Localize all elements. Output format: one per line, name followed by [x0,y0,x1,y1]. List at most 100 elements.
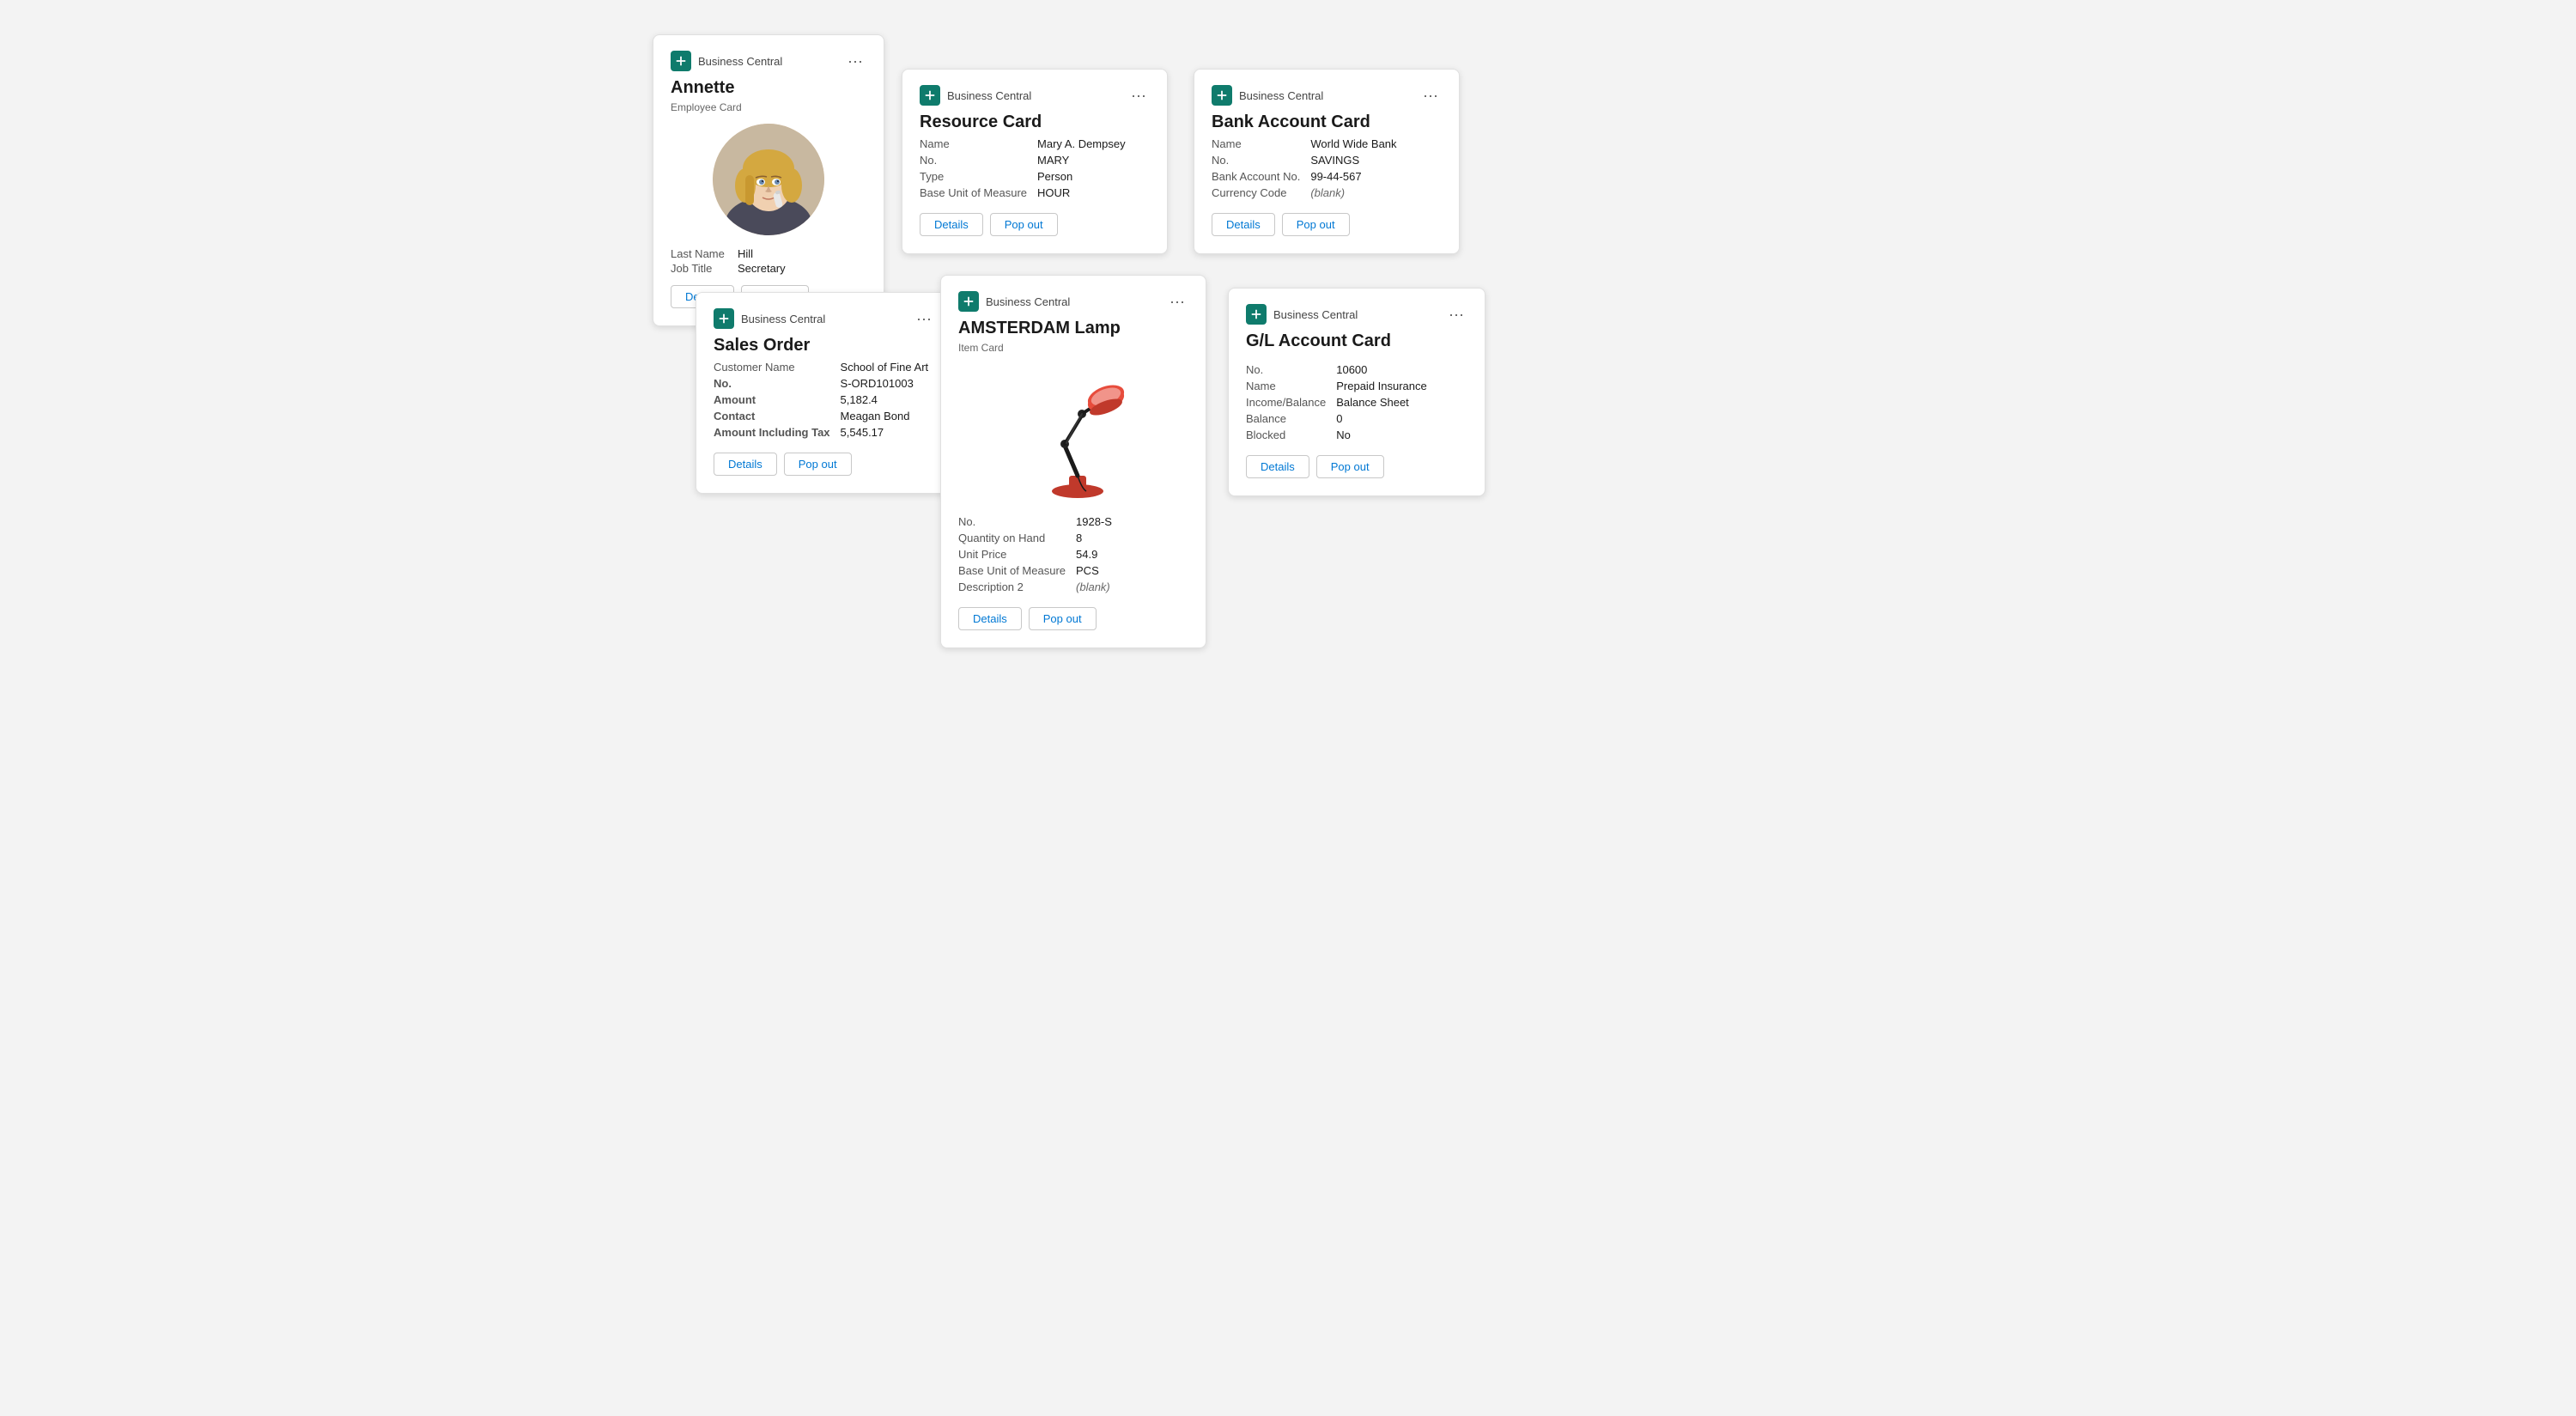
gl-blocked-value: No [1336,427,1467,443]
sales-amount-value: 5,182.4 [841,392,935,408]
sales-no-row: No. S-ORD101003 [714,375,935,392]
bank-details-button[interactable]: Details [1212,213,1275,236]
gl-name-value: Prepaid Insurance [1336,378,1467,394]
resource-buom-row: Base Unit of Measure HOUR [920,185,1150,201]
gl-name-row: Name Prepaid Insurance [1246,378,1467,394]
gl-income-label: Income/Balance [1246,394,1336,410]
resource-details-button[interactable]: Details [920,213,983,236]
sales-amount-label: Amount [714,392,841,408]
card-header-left-bank: Business Central [1212,85,1323,106]
gl-popout-button[interactable]: Pop out [1316,455,1384,478]
more-options-button-employee[interactable]: ··· [844,53,866,69]
gl-account-card: Business Central ··· G/L Account Card No… [1228,288,1485,496]
bc-logo-icon-lamp [958,291,979,312]
app-name-employee: Business Central [698,55,782,68]
more-options-button-gl[interactable]: ··· [1445,307,1467,322]
app-name-resource: Business Central [947,89,1031,102]
plus-icon-lamp [963,295,975,307]
bc-logo-icon-resource [920,85,940,106]
more-options-button-sales[interactable]: ··· [913,311,935,326]
resource-name-value: Mary A. Dempsey [1037,136,1150,152]
lamp-desc2-value: (blank) [1076,579,1188,595]
gl-title: G/L Account Card [1246,331,1467,351]
resource-buom-label: Base Unit of Measure [920,185,1037,201]
card-header-employee: Business Central ··· [671,51,866,71]
resource-no-value: MARY [1037,152,1150,168]
bank-currency-row: Currency Code (blank) [1212,185,1442,201]
gl-balance-row: Balance 0 [1246,410,1467,427]
bank-account-no-label: Bank Account No. [1212,168,1310,185]
sales-fields-table: Customer Name School of Fine Art No. S-O… [714,359,935,441]
sales-tax-value: 5,545.17 [841,424,935,441]
app-name-sales: Business Central [741,313,825,325]
bc-logo-icon [671,51,691,71]
card-header-resource: Business Central ··· [920,85,1150,106]
employee-photo-svg [713,124,824,235]
gl-details-button[interactable]: Details [1246,455,1309,478]
sales-details-button[interactable]: Details [714,453,777,476]
resource-fields-table: Name Mary A. Dempsey No. MARY Type Perso… [920,136,1150,201]
employee-photo-container [671,124,866,235]
card-header-bank: Business Central ··· [1212,85,1442,106]
more-options-button-resource[interactable]: ··· [1127,88,1150,103]
resource-type-value: Person [1037,168,1150,185]
employee-fields: Last Name Hill Job Title Secretary [671,247,866,275]
bank-popout-button[interactable]: Pop out [1282,213,1350,236]
app-name-lamp: Business Central [986,295,1070,308]
employee-avatar [713,124,824,235]
resource-no-label: No. [920,152,1037,168]
lamp-no-value: 1928-S [1076,514,1188,530]
plus-icon-sales [718,313,730,325]
lamp-fields-table: No. 1928-S Quantity on Hand 8 Unit Price… [958,514,1188,595]
lamp-details-button[interactable]: Details [958,607,1022,630]
bank-no-label: No. [1212,152,1310,168]
sales-order-card: Business Central ··· Sales Order Custome… [696,292,953,494]
resource-actions: Details Pop out [920,213,1150,236]
sales-contact-label: Contact [714,408,841,424]
bank-actions: Details Pop out [1212,213,1442,236]
sales-no-label: No. [714,375,841,392]
resource-no-row: No. MARY [920,152,1150,168]
more-options-button-bank[interactable]: ··· [1419,88,1442,103]
employee-title: Annette [671,78,866,98]
plus-icon-gl [1250,308,1262,320]
gl-blocked-row: Blocked No [1246,427,1467,443]
sales-customer-label: Customer Name [714,359,841,375]
sales-customer-row: Customer Name School of Fine Art [714,359,935,375]
bank-no-value: SAVINGS [1310,152,1442,168]
gl-no-value: 10600 [1336,362,1467,378]
app-name-bank: Business Central [1239,89,1323,102]
card-header-left-sales: Business Central [714,308,825,329]
sales-popout-button[interactable]: Pop out [784,453,852,476]
plus-icon-bank [1216,89,1228,101]
gl-balance-label: Balance [1246,410,1336,427]
gl-income-value: Balance Sheet [1336,394,1467,410]
gl-balance-value: 0 [1336,410,1467,427]
card-header-left-lamp: Business Central [958,291,1070,312]
lamp-card: Business Central ··· AMSTERDAM Lamp Item… [940,275,1206,648]
lamp-no-label: No. [958,514,1076,530]
card-header-left: Business Central [671,51,782,71]
bank-card: Business Central ··· Bank Account Card N… [1194,69,1460,254]
sales-tax-label: Amount Including Tax [714,424,841,441]
bc-logo-icon-gl [1246,304,1267,325]
gl-no-row: No. 10600 [1246,362,1467,378]
resource-popout-button[interactable]: Pop out [990,213,1058,236]
employee-jobtitle-label: Job Title [671,262,731,275]
plus-icon-resource [924,89,936,101]
bank-name-label: Name [1212,136,1310,152]
employee-jobtitle-value: Secretary [738,262,786,275]
app-name-gl: Business Central [1273,308,1358,321]
employee-card: Business Central ··· Annette Employee Ca… [653,34,884,326]
bank-name-row: Name World Wide Bank [1212,136,1442,152]
gl-fields-table: No. 10600 Name Prepaid Insurance Income/… [1246,362,1467,443]
resource-title: Resource Card [920,112,1150,132]
bank-account-no-row: Bank Account No. 99-44-567 [1212,168,1442,185]
more-options-button-lamp[interactable]: ··· [1166,294,1188,309]
bc-logo-icon-sales [714,308,734,329]
lamp-popout-button[interactable]: Pop out [1029,607,1097,630]
lamp-illustration-svg [1013,364,1133,501]
gl-no-label: No. [1246,362,1336,378]
resource-name-row: Name Mary A. Dempsey [920,136,1150,152]
lamp-subtitle: Item Card [958,342,1188,354]
